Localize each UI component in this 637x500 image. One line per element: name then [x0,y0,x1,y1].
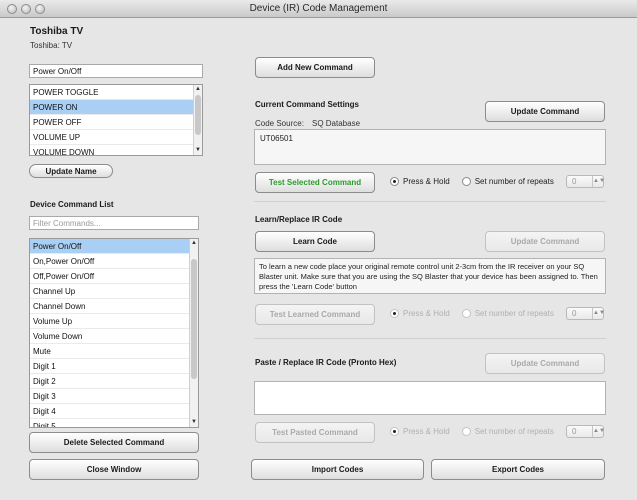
command-name-list-item[interactable]: POWER OFF [30,115,202,130]
paste-repeats-value: 0 [572,427,577,436]
device-command-scrollbar[interactable]: ▲ ▼ [189,239,198,427]
device-command-list-item[interactable]: Volume Down [30,329,198,344]
paste-press-hold-label: Press & Hold [403,427,450,436]
window-title: Device (IR) Code Management [249,3,388,14]
device-command-list-item[interactable]: Channel Down [30,299,198,314]
scroll-up-arrow-icon[interactable]: ▲ [190,239,198,248]
device-subtitle: Toshiba: TV [30,41,73,50]
dialog-content: Toshiba TV Toshiba: TV Power On/Off POWE… [0,18,637,500]
repeats-spinner[interactable]: 0 ▲▼ [566,175,605,188]
paste-set-repeats-label: Set number of repeats [474,427,554,436]
set-repeats-radio[interactable] [461,177,471,186]
learn-heading: Learn/Replace IR Code [255,215,343,224]
device-command-list-item[interactable]: Channel Up [30,284,198,299]
device-command-list-item[interactable]: Digit 5 [30,419,198,427]
title-bar: Device (IR) Code Management [0,0,637,18]
command-name-list-item[interactable]: VOLUME DOWN [30,145,202,155]
delete-selected-command-button[interactable]: Delete Selected Command [29,432,199,453]
paste-set-repeats-radio[interactable] [461,427,471,436]
section-divider [254,201,606,202]
device-command-list-item[interactable]: On,Power On/Off [30,254,198,269]
code-source-value: SQ Database [312,119,361,128]
paste-repeats-spinner[interactable]: 0 ▲▼ [566,425,605,438]
device-command-list[interactable]: Power On/Off On,Power On/Off Off,Power On/… [29,238,199,428]
paste-update-command-button[interactable]: Update Command [485,353,605,374]
command-names-list[interactable]: POWER TOGGLE POWER ON POWER OFF VOLUME UP VO… [29,84,203,156]
learn-press-hold-label: Press & Hold [403,309,450,318]
test-pasted-command-button[interactable]: Test Pasted Command [255,422,375,443]
command-name-input[interactable]: Power On/Off [29,64,203,78]
learn-set-repeats-label: Set number of repeats [474,309,554,318]
import-codes-button[interactable]: Import Codes [251,459,424,480]
scroll-down-arrow-icon[interactable]: ▼ [190,418,198,427]
device-command-list-item[interactable]: Volume Up [30,314,198,329]
update-command-button[interactable]: Update Command [485,101,605,122]
device-command-list-item[interactable]: Digit 2 [30,374,198,389]
set-repeats-label: Set number of repeats [474,177,554,186]
add-new-command-button[interactable]: Add New Command [255,57,375,78]
current-code-field[interactable]: UT06501 [254,129,606,165]
learn-update-command-button[interactable]: Update Command [485,231,605,252]
device-command-list-heading: Device Command List [30,200,114,209]
close-window-button[interactable]: Close Window [29,459,199,480]
learn-repeat-mode-options: Press & Hold Set number of repeats [390,309,554,318]
scroll-thumb[interactable] [195,95,201,135]
command-name-list-item[interactable]: VOLUME UP [30,130,202,145]
scroll-thumb[interactable] [191,259,197,379]
scroll-up-arrow-icon[interactable]: ▲ [194,85,202,94]
learn-set-repeats-radio[interactable] [461,309,471,318]
press-hold-label: Press & Hold [403,177,450,186]
device-command-list-item[interactable]: Digit 1 [30,359,198,374]
current-settings-heading: Current Command Settings [255,100,360,109]
command-name-list-item[interactable]: POWER ON [30,100,202,115]
scroll-down-arrow-icon[interactable]: ▼ [194,146,202,155]
spinner-arrow-icon[interactable]: ▲▼ [592,308,605,319]
command-names-scrollbar[interactable]: ▲ ▼ [193,85,202,155]
press-hold-radio[interactable] [390,177,399,186]
device-command-list-item[interactable]: Digit 3 [30,389,198,404]
filter-commands-input[interactable]: Filter Commands... [29,216,199,230]
device-name: Toshiba TV [30,26,84,37]
paste-heading: Paste / Replace IR Code (Pronto Hex) [255,358,397,367]
command-name-list-item[interactable]: POWER TOGGLE [30,85,202,100]
device-command-list-item[interactable]: Power On/Off [30,239,198,254]
device-command-list-item[interactable]: Mute [30,344,198,359]
learn-press-hold-radio[interactable] [390,309,399,318]
paste-repeat-mode-options: Press & Hold Set number of repeats [390,427,554,436]
code-source-label: Code Source: [255,119,304,128]
export-codes-button[interactable]: Export Codes [431,459,605,480]
paste-press-hold-radio[interactable] [390,427,399,436]
spinner-arrow-icon[interactable]: ▲▼ [592,176,605,187]
learn-repeats-spinner[interactable]: 0 ▲▼ [566,307,605,320]
test-learned-command-button[interactable]: Test Learned Command [255,304,375,325]
learn-repeats-value: 0 [572,309,577,318]
repeat-mode-options: Press & Hold Set number of repeats [390,177,554,186]
repeats-value: 0 [572,177,577,186]
pronto-hex-textarea[interactable] [254,381,606,415]
section-divider [254,338,606,339]
device-command-list-item[interactable]: Off,Power On/Off [30,269,198,284]
learn-code-button[interactable]: Learn Code [255,231,375,252]
test-selected-command-button[interactable]: Test Selected Command [255,172,375,193]
update-name-button[interactable]: Update Name [29,164,113,178]
spinner-arrow-icon[interactable]: ▲▼ [592,426,605,437]
learn-instructions: To learn a new code place your original … [254,258,606,294]
device-command-list-item[interactable]: Digit 4 [30,404,198,419]
